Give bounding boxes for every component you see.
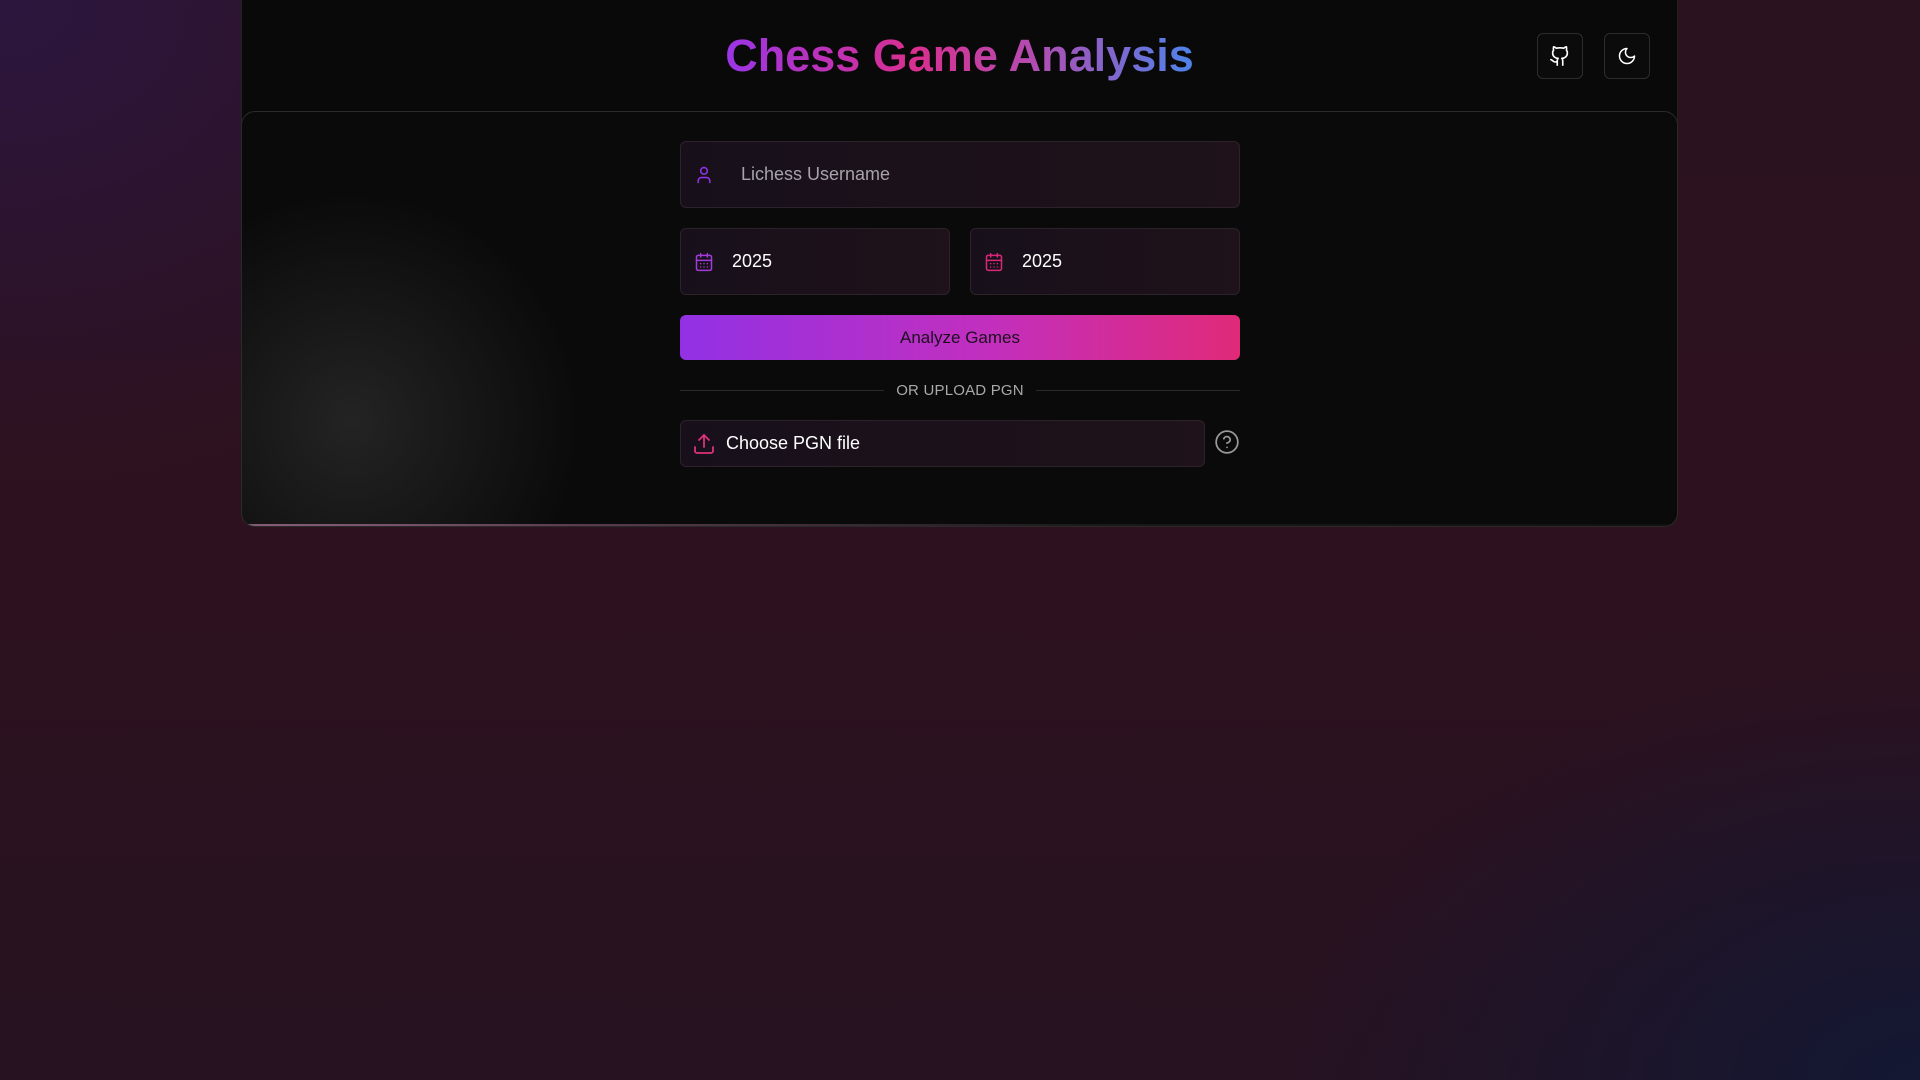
- help-button[interactable]: [1214, 429, 1240, 460]
- moon-icon: [1617, 46, 1637, 66]
- username-field[interactable]: [680, 141, 1240, 208]
- divider-line: [680, 389, 885, 391]
- upload-icon: [691, 431, 717, 457]
- username-input[interactable]: [741, 164, 1239, 185]
- help-circle-icon: [1214, 429, 1240, 460]
- divider-label: OR UPLOAD PGN: [896, 381, 1024, 399]
- divider-line: [1035, 389, 1240, 391]
- analysis-form-panel: 2025 2025 Analyze Games OR UPLOAD PGN: [241, 111, 1678, 527]
- github-button[interactable]: [1537, 33, 1583, 79]
- date-from-value[interactable]: 2025: [732, 251, 772, 272]
- user-icon: [693, 164, 715, 186]
- upload-pgn-label: Choose PGN file: [726, 433, 861, 453]
- header: Chess Game Analysis: [242, 0, 1677, 111]
- analyze-games-button[interactable]: Analyze Games: [680, 315, 1240, 360]
- calendar-icon: [693, 251, 715, 273]
- page-title-text: Chess Game Analysis: [725, 30, 1194, 81]
- github-icon: [1549, 45, 1571, 67]
- date-from-field[interactable]: 2025: [680, 228, 950, 295]
- upload-divider: OR UPLOAD PGN: [680, 380, 1240, 400]
- date-to-value[interactable]: 2025: [1022, 251, 1062, 272]
- upload-pgn-button[interactable]: Choose PGN file: [680, 420, 1205, 467]
- theme-toggle-button[interactable]: [1604, 33, 1650, 79]
- app-container: Chess Game Analysis Lichess Username 202…: [241, 0, 1678, 527]
- date-to-field[interactable]: 2025: [970, 228, 1240, 295]
- calendar-icon: [983, 251, 1005, 273]
- page-title: Chess Game Analysis: [242, 28, 1677, 84]
